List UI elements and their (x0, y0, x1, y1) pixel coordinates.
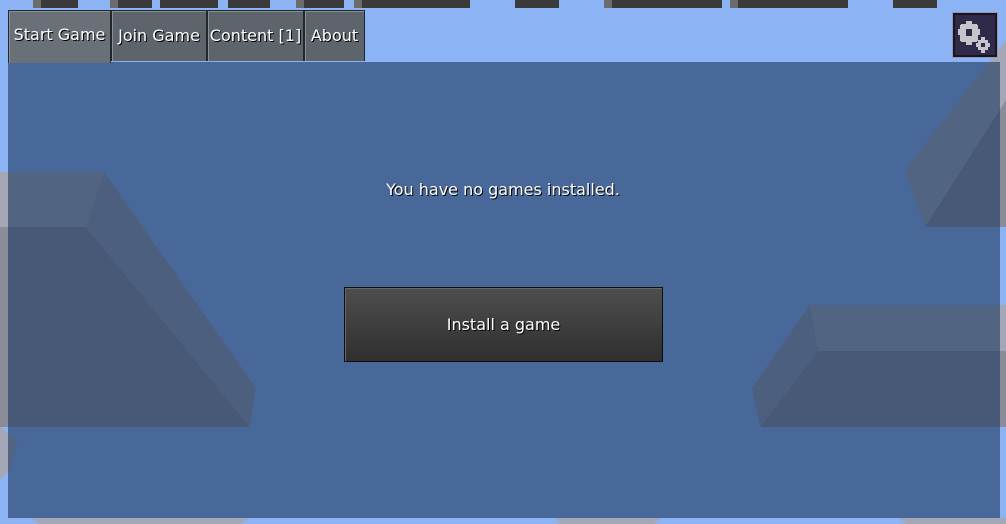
tab-content-label: Content [1] (209, 26, 302, 45)
tab-about-label: About (310, 26, 359, 45)
install-game-button[interactable]: Install a game (344, 287, 663, 362)
tab-start-game-label: Start Game (13, 25, 106, 44)
gears-icon (958, 21, 990, 53)
tab-join-game[interactable]: Join Game (111, 10, 207, 61)
top-block-fragments (33, 0, 937, 8)
no-games-message: You have no games installed. (386, 180, 620, 199)
tab-start-game[interactable]: Start Game (8, 10, 111, 63)
tab-content[interactable]: Content [1] (207, 10, 304, 61)
settings-button[interactable] (952, 12, 998, 58)
tab-about[interactable]: About (304, 10, 365, 61)
tab-join-game-label: Join Game (118, 26, 200, 45)
